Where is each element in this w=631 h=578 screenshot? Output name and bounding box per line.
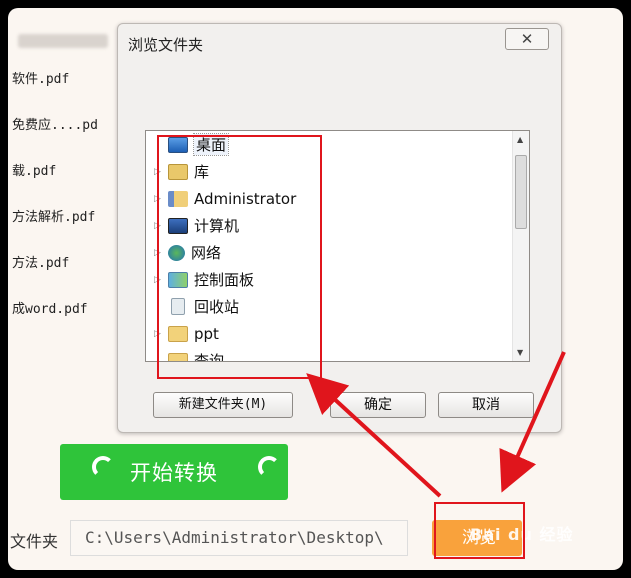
arrow-to-browse [499,351,566,493]
annotation-arrows [306,351,566,498]
arrow-to-tree [306,373,442,498]
